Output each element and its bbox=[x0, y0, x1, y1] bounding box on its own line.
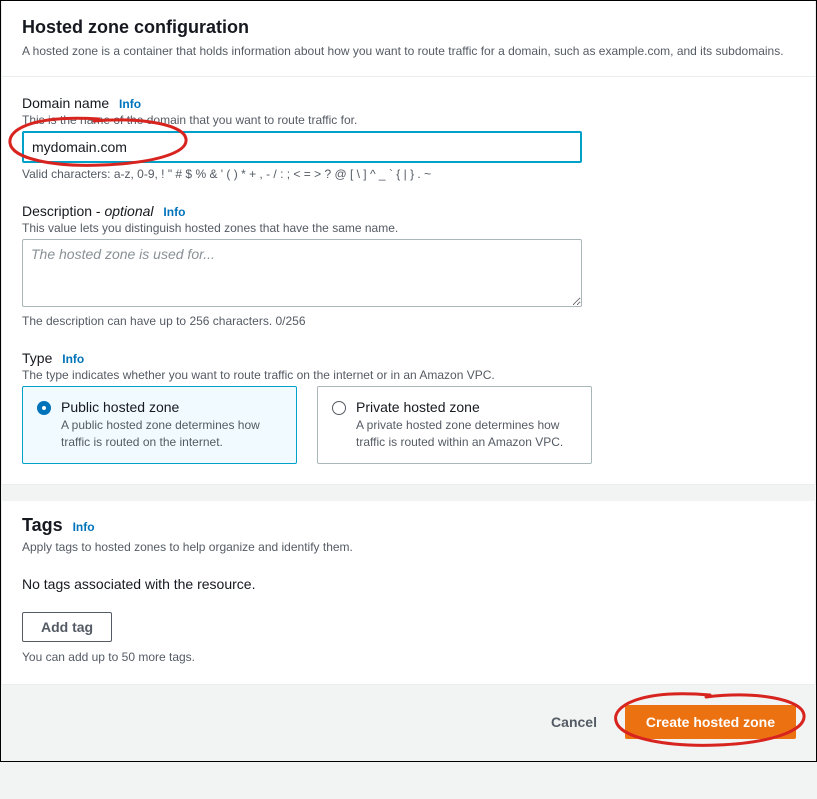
type-desc: The type indicates whether you want to r… bbox=[22, 368, 795, 382]
type-option-private[interactable]: Private hosted zone A private hosted zon… bbox=[317, 386, 592, 464]
domain-name-input[interactable] bbox=[22, 131, 582, 163]
add-tag-button[interactable]: Add tag bbox=[22, 612, 112, 642]
hosted-zone-config-panel: Hosted zone configuration A hosted zone … bbox=[1, 1, 816, 485]
description-hint: The description can have up to 256 chara… bbox=[22, 314, 795, 328]
domain-name-label: Domain name bbox=[22, 95, 109, 111]
cancel-button[interactable]: Cancel bbox=[533, 708, 615, 736]
type-field: Type Info The type indicates whether you… bbox=[22, 350, 795, 464]
description-field: Description - optional Info This value l… bbox=[22, 203, 795, 328]
panel-subtitle: A hosted zone is a container that holds … bbox=[22, 42, 795, 60]
tags-desc: Apply tags to hosted zones to help organ… bbox=[22, 540, 795, 554]
footer-actions: Cancel Create hosted zone bbox=[1, 685, 816, 761]
type-info-link[interactable]: Info bbox=[62, 352, 84, 366]
tags-info-link[interactable]: Info bbox=[73, 520, 95, 534]
panel-header: Hosted zone configuration A hosted zone … bbox=[2, 1, 815, 77]
tags-panel: Tags Info Apply tags to hosted zones to … bbox=[1, 501, 816, 685]
type-option-public[interactable]: Public hosted zone A public hosted zone … bbox=[22, 386, 297, 464]
tags-header: Tags Info bbox=[22, 515, 795, 536]
domain-name-field: Domain name Info This is the name of the… bbox=[22, 95, 795, 181]
domain-name-info-link[interactable]: Info bbox=[119, 97, 141, 111]
type-label: Type bbox=[22, 350, 52, 366]
tags-body: Tags Info Apply tags to hosted zones to … bbox=[2, 501, 815, 684]
type-private-desc: A private hosted zone determines how tra… bbox=[356, 417, 577, 451]
radio-icon bbox=[37, 401, 51, 415]
domain-name-hint: Valid characters: a-z, 0-9, ! " # $ % & … bbox=[22, 167, 795, 181]
type-options-row: Public hosted zone A public hosted zone … bbox=[22, 386, 795, 464]
description-desc: This value lets you distinguish hosted z… bbox=[22, 221, 795, 235]
tags-title: Tags bbox=[22, 515, 63, 535]
type-private-title: Private hosted zone bbox=[356, 399, 577, 415]
create-hosted-zone-button[interactable]: Create hosted zone bbox=[625, 705, 796, 739]
description-label: Description - optional bbox=[22, 203, 154, 219]
description-textarea[interactable] bbox=[22, 239, 582, 307]
description-info-link[interactable]: Info bbox=[163, 205, 185, 219]
panel-title: Hosted zone configuration bbox=[22, 17, 795, 38]
tags-hint: You can add up to 50 more tags. bbox=[22, 650, 795, 664]
radio-icon bbox=[332, 401, 346, 415]
domain-name-desc: This is the name of the domain that you … bbox=[22, 113, 795, 127]
panel-body: Domain name Info This is the name of the… bbox=[2, 77, 815, 484]
type-public-title: Public hosted zone bbox=[61, 399, 282, 415]
type-public-desc: A public hosted zone determines how traf… bbox=[61, 417, 282, 451]
tags-empty-text: No tags associated with the resource. bbox=[22, 558, 795, 612]
